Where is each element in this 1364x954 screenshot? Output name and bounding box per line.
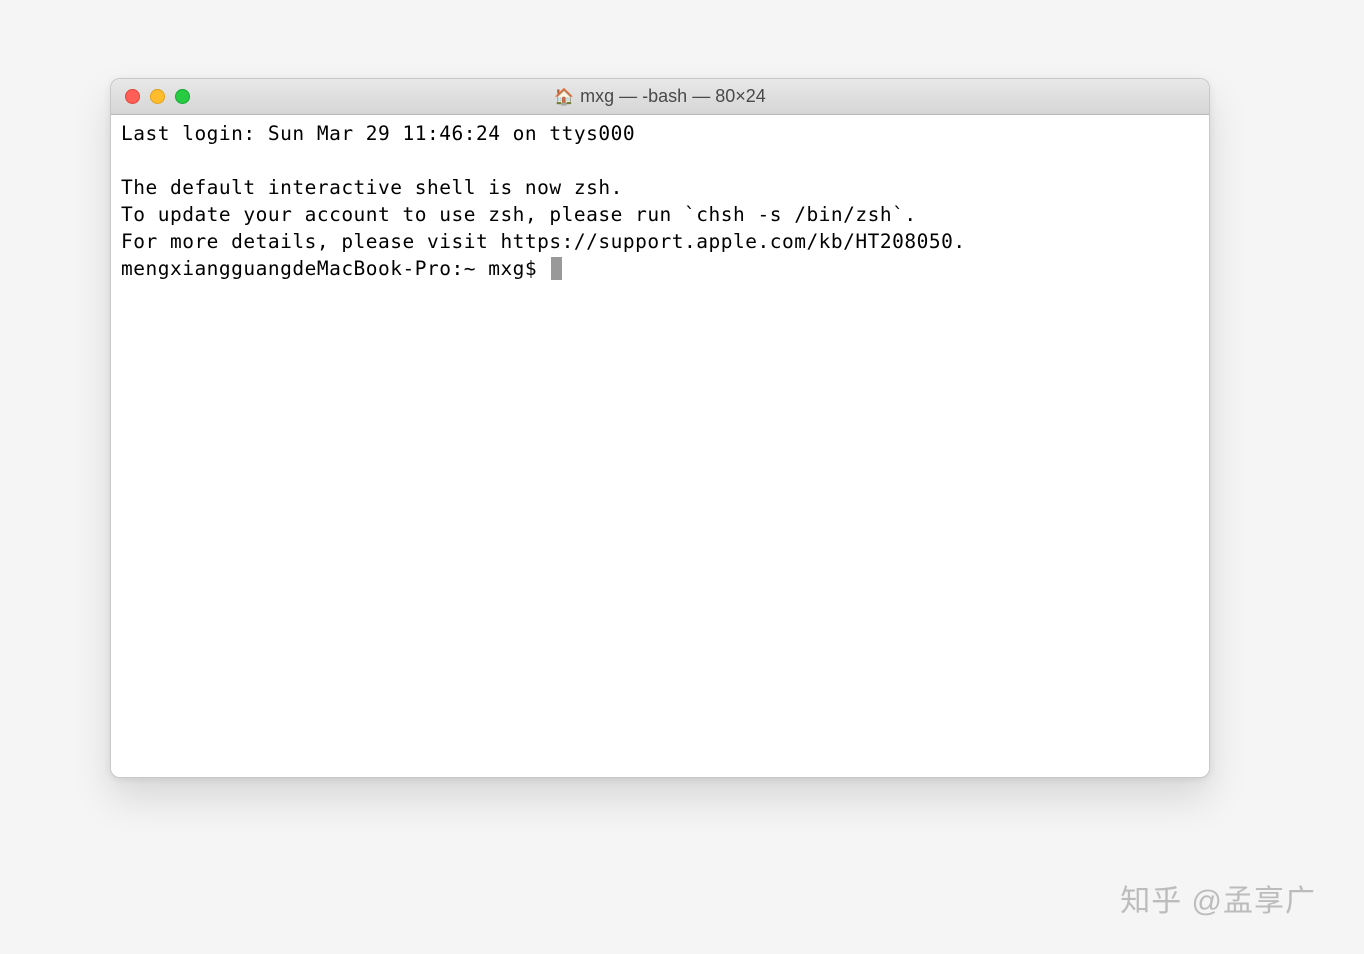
terminal-line: Last login: Sun Mar 29 11:46:24 on ttys0… (121, 122, 635, 145)
terminal-prompt: mengxiangguangdeMacBook-Pro:~ mxg$ (121, 257, 549, 280)
terminal-body[interactable]: Last login: Sun Mar 29 11:46:24 on ttys0… (111, 115, 1209, 777)
traffic-lights (111, 89, 190, 104)
terminal-line: For more details, please visit https://s… (121, 230, 966, 253)
terminal-line: To update your account to use zsh, pleas… (121, 203, 917, 226)
window-title: 🏠 mxg — -bash — 80×24 (554, 86, 766, 107)
title-bar[interactable]: 🏠 mxg — -bash — 80×24 (111, 79, 1209, 115)
window-title-text: mxg — -bash — 80×24 (580, 86, 766, 107)
terminal-line: The default interactive shell is now zsh… (121, 176, 623, 199)
cursor (551, 257, 562, 280)
close-button[interactable] (125, 89, 140, 104)
minimize-button[interactable] (150, 89, 165, 104)
maximize-button[interactable] (175, 89, 190, 104)
watermark: 知乎 @孟享广 (1120, 876, 1316, 920)
terminal-window: 🏠 mxg — -bash — 80×24 Last login: Sun Ma… (110, 78, 1210, 778)
home-icon: 🏠 (554, 87, 574, 107)
